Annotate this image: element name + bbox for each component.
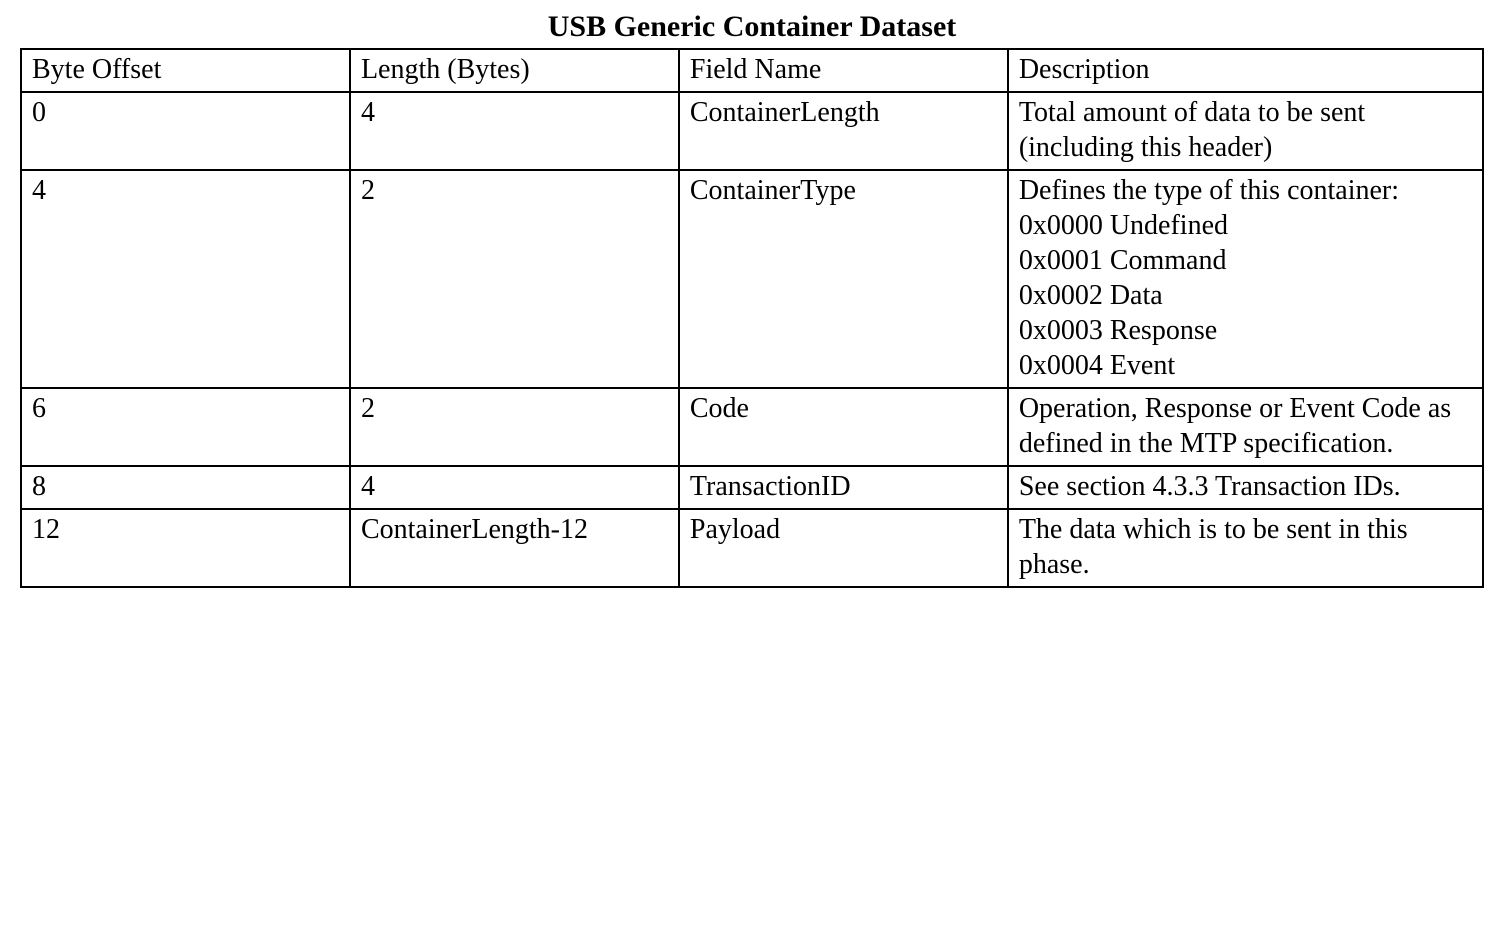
cell-length: 4 <box>350 92 679 170</box>
table-row: 6 2 Code Operation, Response or Event Co… <box>21 388 1483 466</box>
cell-byte-offset: 12 <box>21 509 350 587</box>
cell-byte-offset: 8 <box>21 466 350 509</box>
table-header-row: Byte Offset Length (Bytes) Field Name De… <box>21 49 1483 92</box>
cell-description: See section 4.3.3 Transaction IDs. <box>1008 466 1483 509</box>
table-row: 12 ContainerLength-12 Payload The data w… <box>21 509 1483 587</box>
cell-field-name: ContainerType <box>679 170 1008 388</box>
cell-length: ContainerLength-12 <box>350 509 679 587</box>
cell-field-name: TransactionID <box>679 466 1008 509</box>
cell-length: 4 <box>350 466 679 509</box>
header-field-name: Field Name <box>679 49 1008 92</box>
cell-length: 2 <box>350 170 679 388</box>
cell-byte-offset: 6 <box>21 388 350 466</box>
table-row: 4 2 ContainerType Defines the type of th… <box>21 170 1483 388</box>
header-length: Length (Bytes) <box>350 49 679 92</box>
cell-description: Defines the type of this container:0x000… <box>1008 170 1483 388</box>
cell-length: 2 <box>350 388 679 466</box>
dataset-table: Byte Offset Length (Bytes) Field Name De… <box>20 48 1484 588</box>
cell-field-name: Payload <box>679 509 1008 587</box>
header-description: Description <box>1008 49 1483 92</box>
cell-field-name: Code <box>679 388 1008 466</box>
table-row: 8 4 TransactionID See section 4.3.3 Tran… <box>21 466 1483 509</box>
table-row: 0 4 ContainerLength Total amount of data… <box>21 92 1483 170</box>
cell-description: Operation, Response or Event Code as def… <box>1008 388 1483 466</box>
header-byte-offset: Byte Offset <box>21 49 350 92</box>
table-title: USB Generic Container Dataset <box>20 10 1484 44</box>
cell-field-name: ContainerLength <box>679 92 1008 170</box>
cell-byte-offset: 4 <box>21 170 350 388</box>
cell-description: Total amount of data to be sent (includi… <box>1008 92 1483 170</box>
cell-byte-offset: 0 <box>21 92 350 170</box>
cell-description: The data which is to be sent in this pha… <box>1008 509 1483 587</box>
